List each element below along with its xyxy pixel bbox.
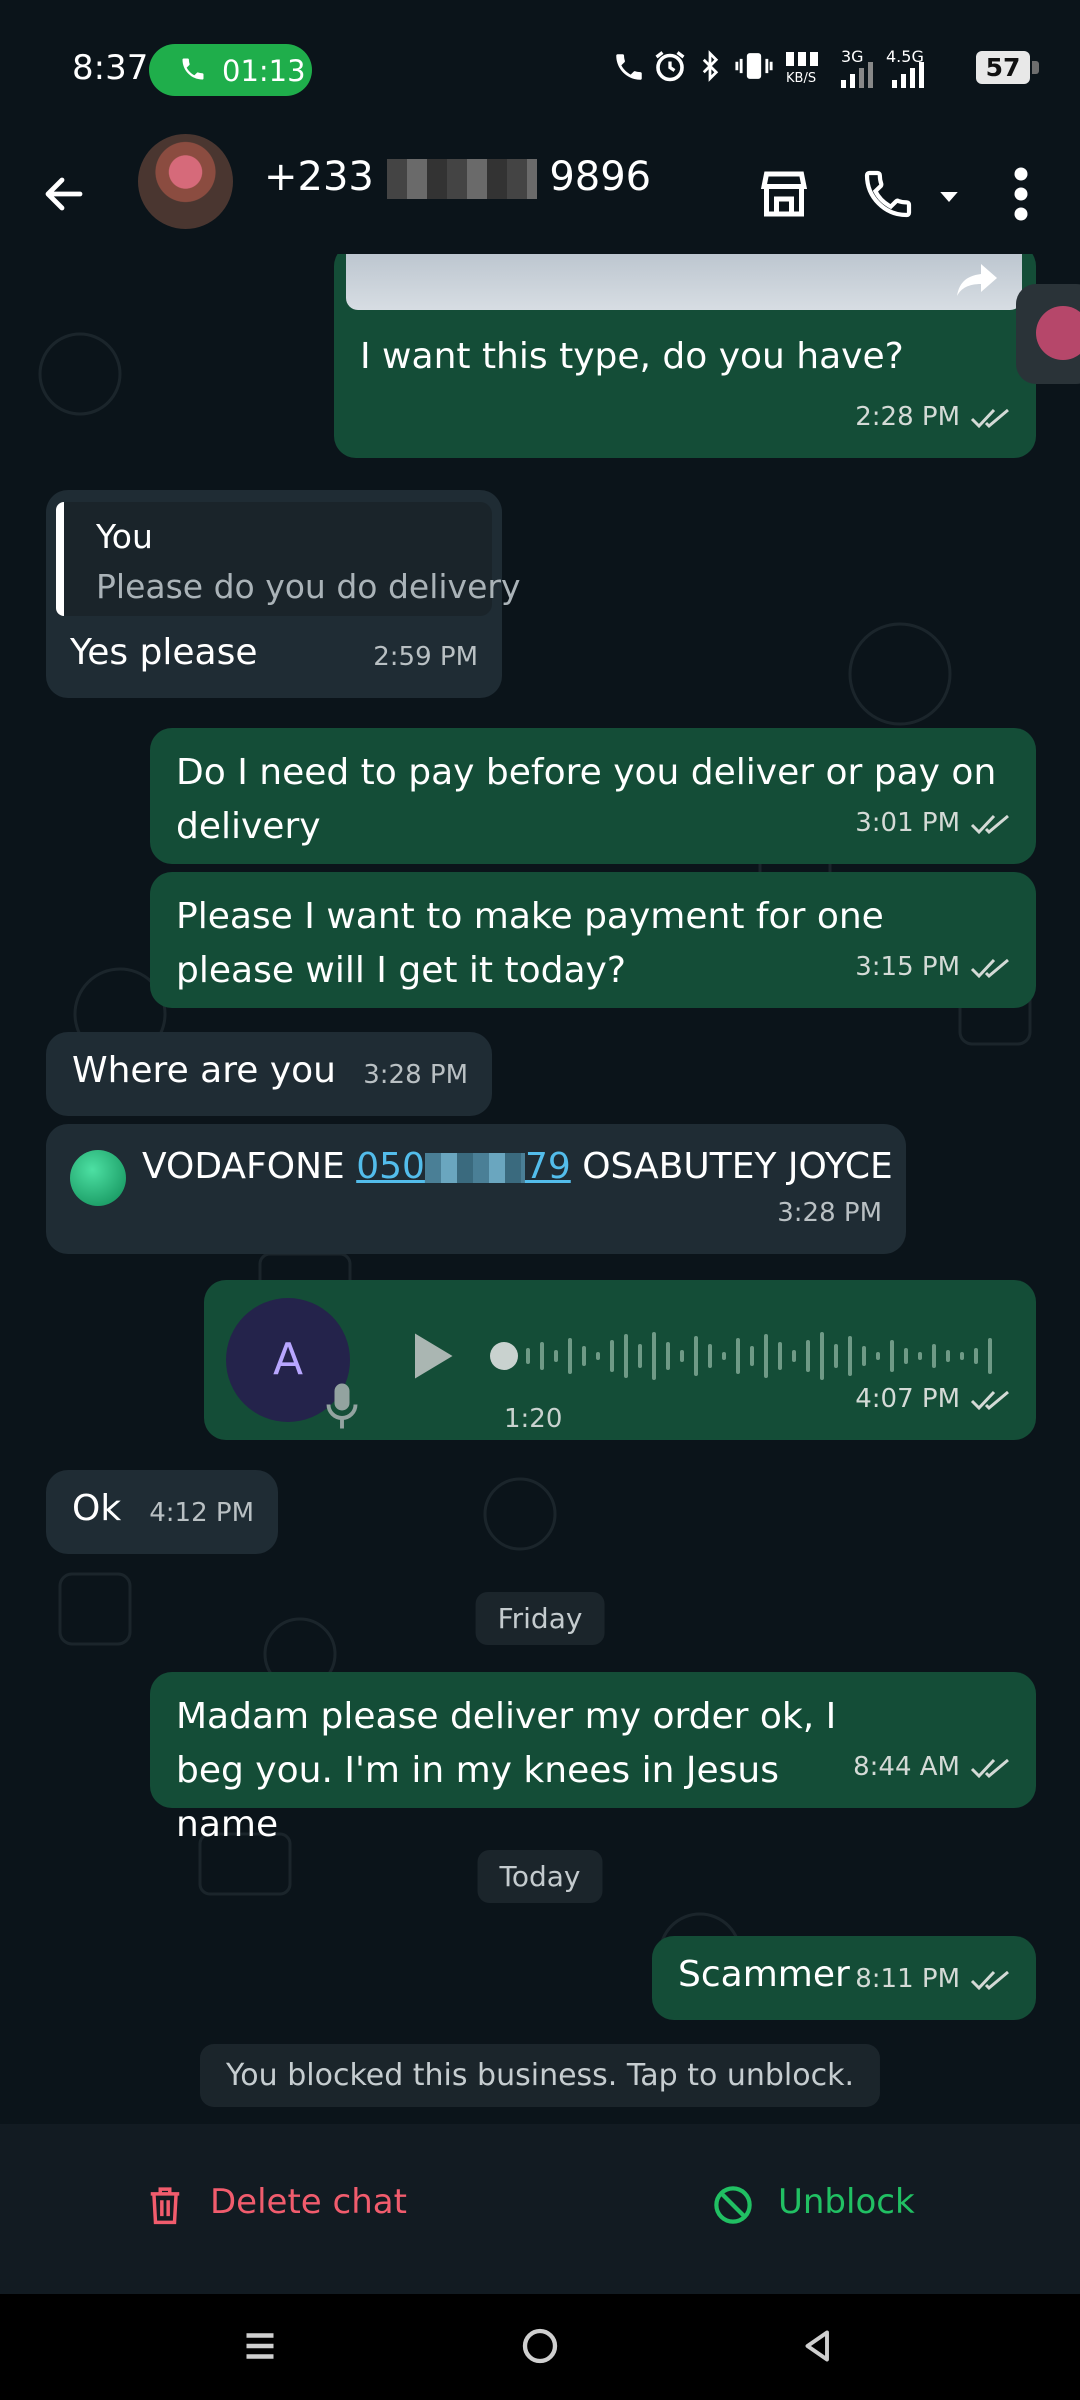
signal-3g-icon: 3G — [841, 47, 873, 88]
blocked-notice[interactable]: You blocked this business. Tap to unbloc… — [199, 2044, 881, 2107]
message-time: 4:12 PM — [149, 1498, 254, 1528]
store-icon[interactable] — [754, 164, 814, 224]
chat-area[interactable]: I want this type, do you have? 2:28 PM Y… — [0, 254, 1080, 2124]
message-meta: 8:44 AM — [853, 1740, 1012, 1794]
message-outgoing[interactable]: Madam please deliver my order ok, I beg … — [150, 1672, 1036, 1845]
phone-number-link[interactable]: 050 79 — [356, 1146, 571, 1187]
home-icon[interactable] — [520, 2326, 560, 2366]
floating-bubble[interactable] — [1016, 284, 1080, 384]
call-duration: 01:13 — [222, 54, 306, 88]
menu-icon[interactable] — [242, 2328, 278, 2364]
data-speed-icon: KB/S — [786, 52, 818, 86]
message-incoming[interactable]: VODAFONE 050 79 OSABUTEY JOYCE 3:28 PM — [46, 1124, 906, 1254]
play-icon[interactable] — [400, 1324, 460, 1388]
system-nav-bar — [0, 2294, 1080, 2400]
account-name: OSABUTEY JOYCE — [582, 1146, 893, 1187]
read-ticks-icon — [970, 958, 1009, 978]
battery-icon: 57 — [976, 51, 1039, 84]
message-meta: 8:11 PM — [855, 1952, 1012, 2006]
svg-text:3G: 3G — [841, 47, 864, 66]
message-time: 8:11 PM — [855, 1964, 960, 1994]
message-meta: 4:12 PM — [149, 1486, 254, 1540]
message-time: 3:01 PM — [855, 808, 960, 838]
message-meta: 2:59 PM — [373, 630, 478, 684]
dropdown-icon[interactable] — [934, 182, 964, 212]
wifi-call-icon — [616, 54, 642, 80]
more-icon[interactable] — [1006, 164, 1036, 224]
contact-avatar[interactable] — [138, 134, 233, 229]
vibrate-icon — [735, 53, 773, 79]
status-bar: 8:37 01:13 KB/S 3G 4.5G 57 — [0, 0, 1080, 134]
bluetooth-icon — [702, 50, 719, 82]
message-outgoing[interactable]: Do I need to pay before you deliver or p… — [150, 728, 1036, 864]
message-meta: 2:28 PM — [855, 390, 1012, 444]
message-text: I want this type, do you have? — [360, 336, 904, 377]
message-meta: 3:28 PM — [363, 1048, 468, 1102]
quote-text: Please do you do delivery — [96, 567, 521, 606]
message-incoming[interactable]: Ok 4:12 PM — [46, 1470, 278, 1554]
message-time: 2:59 PM — [373, 642, 478, 672]
quoted-message[interactable]: You Please do you do delivery — [56, 502, 520, 616]
message-time: 4:07 PM — [855, 1384, 960, 1414]
read-ticks-icon — [970, 1970, 1009, 1990]
message-time: 3:15 PM — [855, 952, 960, 982]
status-time: 8:37 — [72, 48, 149, 88]
unblock-icon[interactable] — [712, 2184, 754, 2226]
message-incoming[interactable]: Where are you 3:28 PM — [46, 1032, 492, 1116]
read-ticks-icon — [970, 1390, 1009, 1410]
unblock-button[interactable]: Unblock — [778, 2182, 915, 2222]
read-ticks-icon — [970, 1758, 1009, 1778]
date-chip-today: Today — [477, 1850, 603, 1903]
message-meta: 4:07 PM — [855, 1372, 1012, 1426]
message-meta: 3:28 PM — [777, 1186, 882, 1240]
contact-suffix: 9896 — [549, 154, 652, 200]
redacted-number — [386, 159, 537, 199]
read-ticks-icon — [970, 408, 1009, 428]
trash-icon[interactable] — [146, 2184, 184, 2226]
message-meta: 3:15 PM — [855, 940, 1012, 994]
image-attachment[interactable] — [346, 254, 1022, 310]
green-circle-emoji — [70, 1150, 126, 1206]
provider-name: VODAFONE — [142, 1146, 345, 1187]
date-chip-friday: Friday — [475, 1592, 605, 1645]
contact-name[interactable]: +233 9896 — [264, 154, 651, 200]
message-outgoing[interactable]: I want this type, do you have? 2:28 PM — [334, 254, 1036, 458]
message-meta: 3:01 PM — [855, 796, 1012, 850]
phone-icon — [182, 58, 204, 80]
message-time: 3:28 PM — [777, 1198, 882, 1228]
message-outgoing[interactable]: Please I want to make payment for one pl… — [150, 872, 1036, 1008]
svg-text:KB/S: KB/S — [786, 71, 816, 86]
back-arrow-icon[interactable] — [40, 170, 88, 218]
forward-icon[interactable] — [952, 260, 1002, 300]
message-outgoing[interactable]: Scammer 8:11 PM — [652, 1936, 1036, 2020]
contact-prefix: +233 — [264, 154, 374, 200]
redacted-number — [424, 1153, 525, 1183]
message-incoming[interactable]: You Please do you do delivery Yes please… — [46, 490, 520, 698]
phone-icon[interactable] — [860, 166, 916, 222]
voice-duration: 1:20 — [504, 1404, 563, 1434]
read-ticks-icon — [970, 814, 1009, 834]
message-time: 2:28 PM — [855, 402, 960, 432]
svg-text:4.5G: 4.5G — [886, 47, 924, 66]
back-icon[interactable] — [800, 2326, 836, 2366]
quote-author: You — [96, 517, 153, 556]
blocked-actions-bar: Delete chat Unblock — [0, 2124, 1080, 2294]
signal-4.5g-icon: 4.5G — [886, 47, 924, 88]
message-text: Madam please deliver my order ok, I beg … — [176, 1696, 837, 1845]
message-time: 8:44 AM — [853, 1752, 960, 1782]
mic-icon — [326, 1383, 358, 1429]
voice-message[interactable]: A 1:20 4:07 PM — [204, 1280, 1036, 1440]
chat-header: +233 9896 — [0, 134, 1080, 254]
message-time: 3:28 PM — [363, 1060, 468, 1090]
alarm-icon — [655, 51, 685, 82]
delete-chat-button[interactable]: Delete chat — [210, 2182, 407, 2222]
ongoing-call-pill[interactable]: 01:13 — [149, 44, 312, 96]
